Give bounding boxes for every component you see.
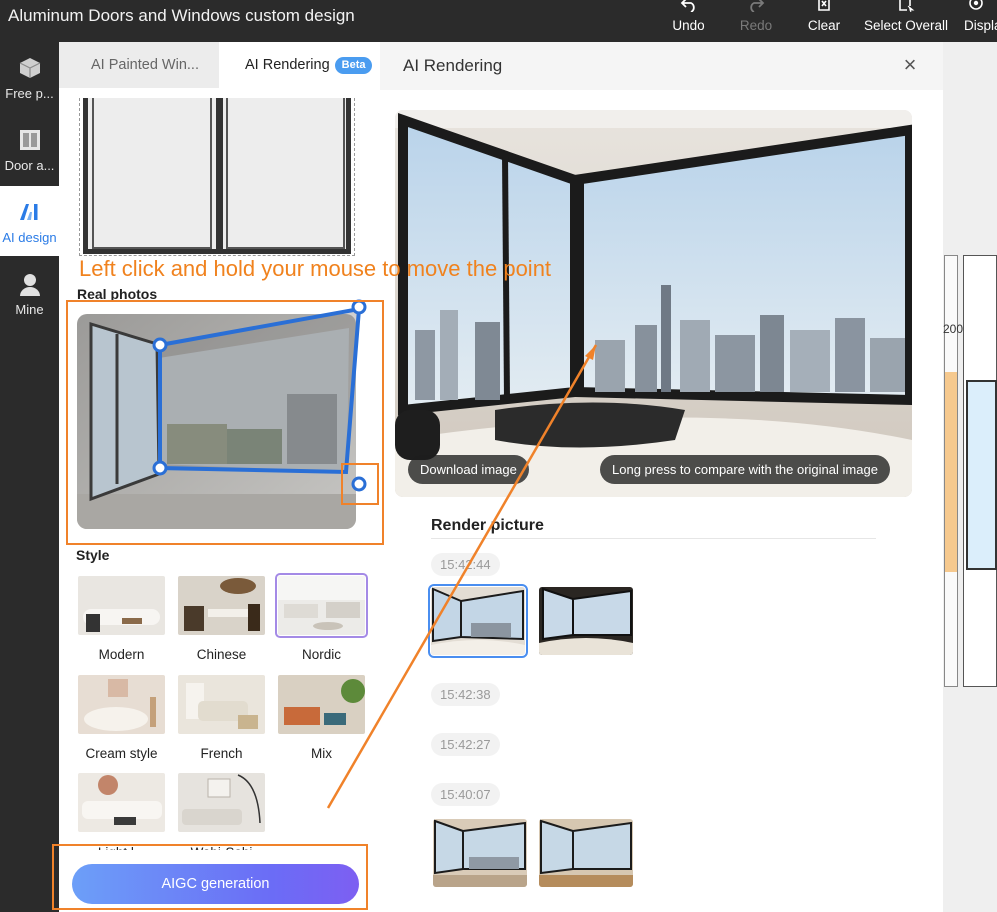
style-thumb-nordic[interactable] [275,573,368,638]
rendered-bedroom-image [395,110,912,497]
history-time-chip: 15:42:38 [431,683,500,706]
undo-icon [680,0,695,12]
dialog-header: AI Rendering × [380,42,943,90]
style-label-nordic: Nordic [301,647,341,662]
redo-icon [750,0,765,12]
download-image-button[interactable]: Download image [408,455,529,484]
style-thumb-cream[interactable] [78,675,165,734]
rail-item-door-and-window[interactable]: Door a... [0,114,59,184]
display-button[interactable]: Display [964,0,997,42]
history-time-chip: 15:42:44 [431,553,500,576]
select-icon [899,0,915,12]
dialog-title: AI Rendering [403,56,503,75]
style-label-mix: Mix [311,746,332,761]
style-label-chinese: Chinese [196,647,247,662]
window-pane-right [226,98,345,249]
window-mullion [216,98,223,249]
user-icon [19,274,40,296]
history-thumb[interactable] [539,587,633,655]
door-icon [19,130,40,150]
tab-ai-rendering-label: AI Rendering [245,57,330,73]
ai-icon [19,204,37,220]
window-preview [79,98,355,256]
panel-tabs: AI Painted Win... AI Rendering Beta [59,42,380,88]
style-thumb-modern[interactable] [78,576,165,635]
annotation-box-photo [66,300,384,545]
history-thumb[interactable] [433,819,527,887]
tab-ai-painted-windows[interactable]: AI Painted Win... [59,42,219,88]
design-canvas[interactable]: 200 [943,42,997,912]
style-label-modern: Modern [98,647,145,662]
rail-item-free-place[interactable]: Free p... [0,42,59,112]
rail-item-mine[interactable]: Mine [0,258,59,328]
annotation-box-handle [341,463,379,505]
ai-rendering-dialog: AI Rendering × Download image Long press… [380,42,943,912]
style-thumb-french[interactable] [178,675,265,734]
compare-original-button[interactable]: Long press to compare with the original … [600,455,890,484]
style-label-cream: Cream style [85,746,158,761]
history-time-chip: 15:40:07 [431,783,500,806]
history-thumb[interactable] [539,819,633,887]
style-thumb-light-luxury[interactable] [78,773,165,832]
app-title: Aluminum Doors and Windows custom design [8,6,355,25]
select-overall-button[interactable]: Select Overall [862,0,950,42]
annotation-instruction: Left click and hold your mouse to move t… [79,256,552,281]
history-time-chip: 15:42:27 [431,733,500,756]
rail-item-ai-design[interactable]: AI design [0,186,59,256]
render-divider [431,538,876,539]
style-title: Style [76,547,110,563]
rendered-image[interactable] [395,110,912,497]
history-thumb[interactable] [428,584,528,658]
beta-badge: Beta [334,57,373,74]
window-pane-left [92,98,212,249]
eye-icon [969,0,983,10]
window-frame [83,98,351,254]
style-thumb-mix[interactable] [278,675,365,734]
style-thumb-chinese[interactable] [178,576,265,635]
canvas-dimension-label: 200 [943,322,964,336]
style-label-french: French [200,746,243,761]
clear-button[interactable]: Clear [803,0,845,42]
top-toolbar: Aluminum Doors and Windows custom design… [0,0,997,42]
redo-button[interactable]: Redo [735,0,777,42]
canvas-highlight [945,372,957,572]
style-thumb-wabi-sabi[interactable] [178,773,265,832]
canvas-window-pane [966,380,997,570]
left-rail: Free p... Door a... AI design Mine [0,42,59,912]
close-icon[interactable]: × [900,54,920,76]
trash-icon [818,0,830,11]
render-picture-heading: Render picture [431,517,544,534]
cube-icon [19,58,40,78]
undo-button[interactable]: Undo [666,0,711,42]
tab-ai-rendering[interactable]: AI Rendering Beta [219,42,380,88]
annotation-box-button [52,844,368,910]
